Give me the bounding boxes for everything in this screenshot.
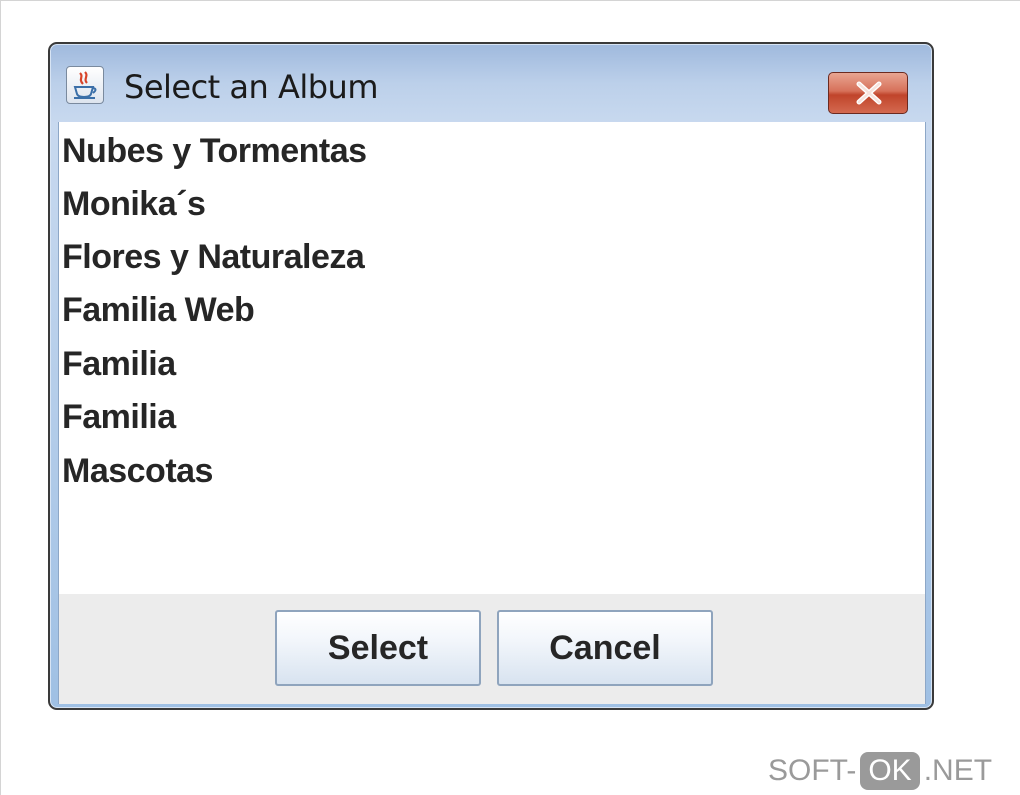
button-bar: Select Cancel [58, 594, 926, 704]
dialog-title: Select an Album [124, 68, 379, 106]
list-item[interactable]: Mascotas [62, 452, 213, 491]
watermark-left: SOFT- [768, 754, 857, 787]
select-button[interactable]: Select [275, 610, 481, 686]
watermark-badge: OK [860, 752, 920, 790]
page-border-top [0, 0, 1020, 1]
java-coffee-icon [66, 66, 104, 104]
list-item[interactable]: Monika´s [62, 185, 206, 224]
list-item[interactable]: Familia Web [62, 291, 255, 330]
list-item[interactable]: Familia [62, 398, 176, 437]
close-x-icon [856, 81, 882, 105]
list-item[interactable]: Flores y Naturaleza [62, 238, 365, 277]
watermark-right: .NET [923, 754, 993, 787]
watermark: SOFT- OK .NET [768, 752, 992, 790]
cancel-button[interactable]: Cancel [497, 610, 713, 686]
close-button[interactable] [828, 72, 908, 114]
album-list[interactable]: Nubes y Tormentas Monika´s Flores y Natu… [58, 122, 926, 594]
list-item[interactable]: Nubes y Tormentas [62, 132, 367, 171]
list-item[interactable]: Familia [62, 345, 176, 384]
select-album-dialog: Select an Album Nubes y Tormentas Monika… [48, 42, 934, 710]
page-border-left [0, 0, 1, 795]
title-bar[interactable]: Select an Album [50, 44, 932, 122]
